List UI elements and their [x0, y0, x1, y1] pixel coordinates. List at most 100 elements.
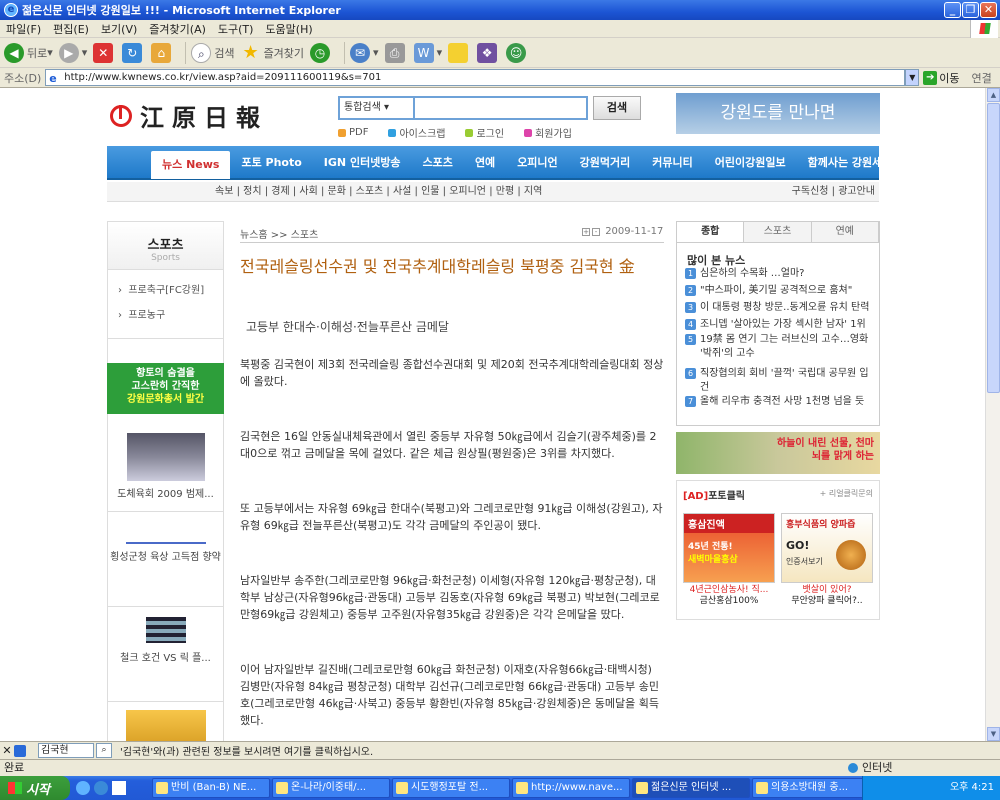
vertical-scrollbar[interactable]: ▲ ▼ [985, 88, 1000, 741]
start-button[interactable]: 시작 [0, 776, 70, 800]
taskbar-item[interactable]: 반비 (Ban-B) NE... [152, 778, 270, 798]
quick-link-3[interactable]: 회원가입 [524, 125, 582, 140]
popular-news-item[interactable]: 2 "中스파이, 美기밀 공격적으로 훔쳐" [685, 284, 875, 298]
font-decrease-icon[interactable]: - [592, 227, 600, 236]
close-button[interactable]: ✕ [980, 2, 997, 18]
search-scope-select[interactable]: 통합검색 ▾ [338, 96, 413, 120]
quick-link-2[interactable]: 로그인 [465, 125, 514, 140]
minimize-button[interactable]: _ [944, 2, 961, 18]
taskbar-item[interactable]: http://www.nave... [512, 778, 630, 798]
go-button[interactable]: ➔ 이동 [923, 70, 960, 86]
popular-news-item[interactable]: 3이 대통령 평창 방문..동계오륜 유치 탄력 [685, 301, 875, 315]
taskbar-item[interactable]: 온-나라/이중태/... [272, 778, 390, 798]
left-promo-banner[interactable]: 향토의 숨결을 고스란히 간직한 강원문화총서 발간 [107, 363, 224, 414]
scroll-down-arrow[interactable]: ▼ [987, 727, 1000, 741]
favorites-button[interactable]: ★ 즐겨찾기 [241, 42, 304, 63]
search-button[interactable]: ⌕ 검색 [191, 42, 235, 63]
popular-news-item[interactable]: 5 19禁 몸 연기 그는 러브신의 고수…영화 '박쥐'의 고수 [685, 333, 875, 361]
back-button[interactable]: ◀ 뒤로 ▾ [4, 42, 53, 63]
address-dropdown[interactable]: ▼ [905, 69, 920, 86]
nav-item-6[interactable]: 강원먹거리 [569, 154, 642, 170]
right-ad-banner[interactable]: 하늘이 내린 선물, 천마 뇌를 맑게 하는 [676, 432, 880, 474]
sub-nav-right[interactable]: 구독신청 | 광고안내 [792, 182, 875, 202]
edit-button[interactable]: W ▾ [413, 42, 442, 63]
taskbar-item[interactable]: 젊은신문 인터넷 ... [632, 778, 750, 798]
refresh-button[interactable]: ↻ [122, 42, 145, 63]
menu-file[interactable]: 파일(F) [0, 21, 47, 37]
breadcrumb[interactable]: 뉴스홈 >> 스포츠 [240, 226, 318, 241]
stop-button[interactable]: ✕ [93, 42, 116, 63]
quick-link-0[interactable]: PDF [338, 125, 378, 140]
sidebar-link-basketball[interactable]: › 프로농구 [118, 306, 165, 321]
tab-entertainment[interactable]: 연예 [812, 222, 879, 242]
nav-item-5[interactable]: 오피니언 [506, 154, 568, 170]
nav-item-3[interactable]: 스포츠 [412, 154, 464, 170]
messenger-button[interactable]: ☺ [506, 42, 529, 63]
refresh-icon: ↻ [122, 42, 143, 63]
site-search-button[interactable]: 검색 [593, 96, 641, 120]
thumb-item[interactable]: 철크 호건 VS 릭 플... [108, 607, 223, 702]
status-bar: 완료 인터넷 [0, 759, 1000, 776]
ad-image-onion[interactable]: 홍부식품의 양파즙 GO! 인증서보기 [781, 513, 873, 583]
menu-view[interactable]: 보기(V) [95, 21, 143, 37]
menu-favorites[interactable]: 즐겨찾기(A) [143, 21, 212, 37]
quick-link-icon [465, 128, 474, 137]
sidebar-link-fc[interactable]: › 프로축구[FC강원] [118, 281, 204, 296]
ie-icon[interactable] [76, 781, 90, 795]
find-message[interactable]: '김국현'와(과) 관련된 정보를 보시려면 여기를 클릭하십시오. [120, 743, 373, 758]
print-button[interactable]: ⎙ [384, 42, 408, 63]
nav-item-4[interactable]: 연예 [464, 154, 506, 170]
menu-edit[interactable]: 편집(E) [47, 21, 95, 37]
thumb-item[interactable]: 횡성군청 육상 고득점 향약 [108, 512, 223, 607]
system-tray: 오후 4:21 [862, 776, 1000, 800]
taskbar-item[interactable]: 의용소방대원 충... [752, 778, 870, 798]
nav-item-1[interactable]: 포토 Photo [230, 154, 312, 170]
find-button[interactable]: ⌕ [96, 743, 112, 758]
popular-news-item[interactable]: 4 조니뎁 '살아있는 가장 섹시한 남자' 1위 [685, 318, 875, 332]
rank-badge: 2 [685, 285, 696, 296]
ad-caption-ginseng[interactable]: 4년근인삼농사! 직... 금산홍삼100% [681, 585, 777, 607]
popular-news-item[interactable]: 6 직장협의회 회비 '끌꺽' 국립대 공무원 입건 [685, 367, 875, 395]
nav-item-8[interactable]: 어린이강원일보 [704, 154, 797, 170]
popular-news-item[interactable]: 1 심은하의 수목화 …얼마? [685, 267, 875, 281]
ad-caption-onion[interactable]: 뱃살이 있어? 무안양파 클릭어?.. [779, 585, 875, 607]
taskbar-item[interactable]: 시도행정포탈 전... [392, 778, 510, 798]
research-icon: ❖ [477, 42, 498, 63]
status-text: 완료 [4, 761, 25, 774]
scroll-thumb[interactable] [987, 103, 1000, 393]
nav-item-9[interactable]: 함께사는 강원세상 [797, 154, 904, 170]
find-input[interactable]: 김국현 [38, 743, 94, 758]
research-button[interactable]: ❖ [477, 42, 500, 63]
quick-link-1[interactable]: 아이스크랩 [388, 125, 455, 140]
site-search-input[interactable] [413, 96, 588, 120]
nav-item-0[interactable]: 뉴스 News [151, 151, 231, 179]
outlook-icon[interactable] [94, 781, 108, 795]
tab-all[interactable]: 종합 [677, 222, 745, 242]
address-input[interactable]: http://www.kwnews.co.kr/view.asp?aid=209… [45, 69, 906, 86]
nav-item-2[interactable]: IGN 인터넷방송 [313, 154, 412, 170]
history-button[interactable]: ◷ [310, 42, 333, 63]
sub-nav-items[interactable]: 속보 | 정치 | 경제 | 사회 | 문화 | 스포츠 | 사설 | 인물 |… [215, 182, 542, 202]
window-title-bar[interactable]: e 젊은신문 인터넷 강원일보 !!! - Microsoft Internet… [0, 0, 1000, 20]
ad-image-ginseng[interactable]: 홍삼진액 45년 전통! 새벽마을홍삼 [683, 513, 775, 583]
thumb-item[interactable]: 도체육회 2009 범제... [108, 417, 223, 512]
mail-button[interactable]: ✉ ▾ [350, 42, 379, 63]
close-icon[interactable]: ✕ [0, 744, 14, 757]
menu-help[interactable]: 도움말(H) [259, 21, 318, 37]
nav-item-7[interactable]: 커뮤니티 [641, 154, 703, 170]
scroll-up-arrow[interactable]: ▲ [987, 88, 1000, 102]
desktop-icon[interactable] [112, 781, 126, 795]
links-label[interactable]: 연결 [972, 70, 992, 86]
home-button[interactable]: ⌂ [151, 42, 174, 63]
popular-news-item[interactable]: 7 올해 리우市 충격전 사망 1천명 넘을 듯 [685, 395, 875, 409]
photo-click-more[interactable]: + 리얼클릭문의 [820, 488, 873, 499]
thumb-photo[interactable] [126, 710, 206, 741]
forward-button[interactable]: ▶ ▾ [58, 42, 87, 63]
font-increase-icon[interactable]: + [582, 227, 590, 236]
top-banner[interactable]: 강원도를 만나면 [676, 93, 880, 134]
site-logo[interactable]: 江原日報 [110, 98, 268, 133]
discuss-button[interactable] [448, 42, 471, 63]
menu-tools[interactable]: 도구(T) [212, 21, 260, 37]
maximize-button[interactable]: ❐ [962, 2, 979, 18]
tab-sports[interactable]: 스포츠 [744, 222, 812, 242]
